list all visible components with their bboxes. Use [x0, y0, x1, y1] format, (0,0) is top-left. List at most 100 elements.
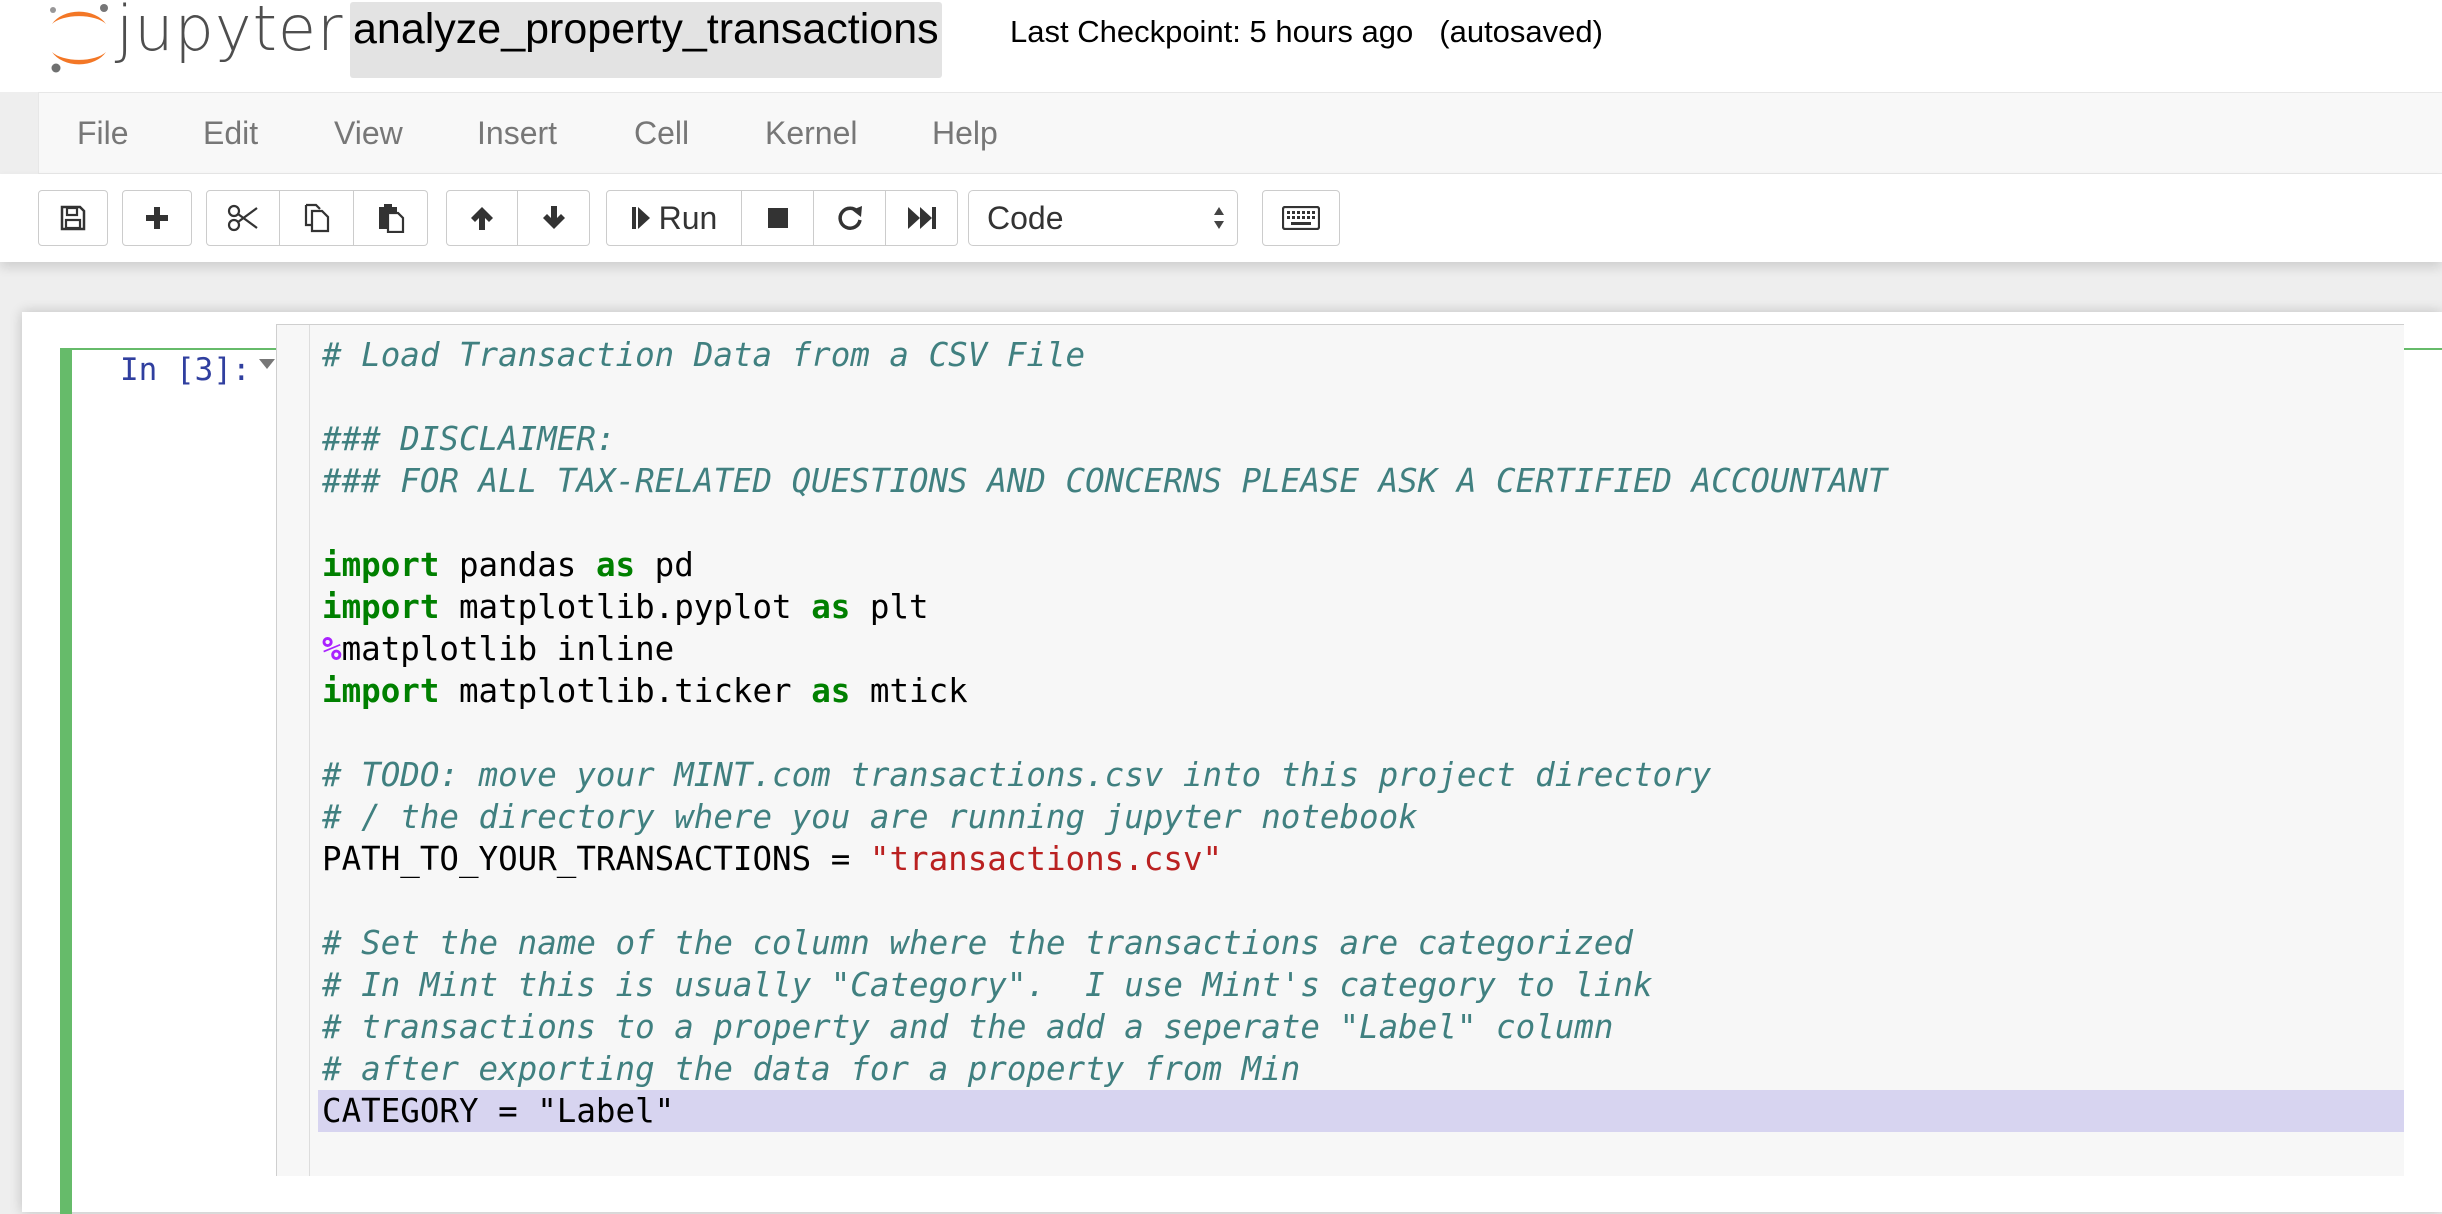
stop-icon — [767, 208, 788, 228]
plus-icon — [146, 207, 168, 229]
code-line: import matplotlib.ticker as mtick — [322, 670, 2404, 712]
code-token-comment: # TODO: move your MINT.com transactions.… — [322, 756, 1712, 794]
code-line: # / the directory where you are running … — [322, 796, 2404, 838]
code-token-keyword: import — [322, 546, 440, 584]
cell-selection-bar — [60, 348, 72, 1214]
header-bar: jupyter analyze_property_transactions La… — [0, 0, 2442, 92]
code-line: ### DISCLAIMER: — [322, 418, 2404, 460]
code-token-comment: # transactions to a property and the add… — [322, 1008, 1614, 1046]
copy-button[interactable] — [280, 190, 354, 246]
code-token-plain: pd — [635, 546, 694, 584]
run-group: Run — [606, 190, 958, 248]
input-prompt: In [3]: — [120, 352, 251, 388]
code-line: # Load Transaction Data from a CSV File — [322, 334, 2404, 376]
menu-kernel[interactable]: Kernel — [765, 115, 858, 152]
code-token-plain: matplotlib.ticker — [439, 672, 812, 710]
arrow-down-icon — [542, 206, 565, 229]
code-token-comment: # In Mint this is usually "Category". I … — [322, 966, 1653, 1004]
run-label: Run — [658, 199, 718, 236]
code-token-plain: pandas — [439, 546, 596, 584]
code-token-comment: # Set the name of the column where the t… — [322, 924, 1633, 962]
menu-view[interactable]: View — [334, 115, 403, 152]
code-token-comment: # after exporting the data for a propert… — [322, 1050, 1301, 1088]
code-line: ### FOR ALL TAX-RELATED QUESTIONS AND CO… — [322, 460, 2404, 502]
code-token-string: "Label" — [537, 1092, 675, 1130]
code-token-keyword: as — [595, 546, 636, 584]
move-group — [446, 190, 590, 248]
keyboard-icon — [1282, 206, 1320, 230]
collapse-triangle-icon[interactable] — [258, 358, 276, 370]
code-token-keyword: as — [811, 588, 851, 626]
toolbar: Run Code — [0, 174, 2442, 262]
code-token-keyword: import — [322, 672, 440, 710]
menu-file[interactable]: File — [77, 115, 129, 152]
code-token-comment: ### FOR ALL TAX-RELATED QUESTIONS AND CO… — [322, 462, 1888, 500]
paste-button[interactable] — [354, 190, 428, 246]
code-line: # TODO: move your MINT.com transactions.… — [322, 754, 2404, 796]
restart-run-all-button[interactable] — [886, 190, 958, 246]
code-token-comment: ### DISCLAIMER: — [322, 420, 616, 458]
insert-group — [122, 190, 192, 248]
code-token-plain: plt — [850, 588, 929, 626]
interrupt-kernel-button[interactable] — [742, 190, 814, 246]
code-line: %matplotlib inline — [322, 628, 2404, 670]
logo-text: jupyter — [116, 0, 344, 65]
menu-insert[interactable]: Insert — [477, 115, 557, 152]
code-token-string: "transactions.csv" — [869, 840, 1223, 878]
code-line: # In Mint this is usually "Category". I … — [322, 964, 2404, 1006]
code-text: # Load Transaction Data from a CSV File … — [318, 334, 2404, 1132]
insert-cell-button[interactable] — [122, 190, 192, 246]
code-editor[interactable]: # Load Transaction Data from a CSV File … — [276, 324, 2404, 1176]
code-line: # after exporting the data for a propert… — [322, 1048, 2404, 1090]
code-gutter — [277, 325, 310, 1176]
code-token-comment: # Load Transaction Data from a CSV File — [322, 336, 1086, 374]
command-palette-button[interactable] — [1262, 190, 1340, 246]
clipboard-group — [206, 190, 428, 248]
menu-help[interactable]: Help — [932, 115, 998, 152]
menu-cell[interactable]: Cell — [634, 115, 689, 152]
menu-bar: File Edit View Insert Cell Kernel Help — [38, 92, 2442, 174]
autosave-status: (autosaved) — [1439, 14, 1603, 49]
restart-kernel-button[interactable] — [814, 190, 886, 246]
code-line: import matplotlib.pyplot as plt — [322, 586, 2404, 628]
move-down-button[interactable] — [518, 190, 590, 246]
paste-icon — [378, 204, 404, 233]
select-arrows-icon — [1214, 207, 1224, 229]
step-forward-icon — [631, 207, 650, 229]
cell-type-select[interactable]: Code — [968, 190, 1238, 246]
command-palette-group — [1262, 190, 1340, 248]
menu-edit[interactable]: Edit — [203, 115, 258, 152]
code-token-plain: matplotlib inline — [341, 630, 675, 668]
restart-icon — [837, 206, 862, 230]
cell-type-value: Code — [987, 200, 1064, 236]
code-token-keyword: import — [322, 588, 440, 626]
scissors-icon — [227, 204, 258, 232]
save-group — [38, 190, 108, 248]
code-token-plain: matplotlib.pyplot — [439, 588, 812, 626]
save-button[interactable] — [38, 190, 108, 246]
code-token-keyword: as — [811, 672, 851, 710]
code-line: # transactions to a property and the add… — [322, 1006, 2404, 1048]
code-line: CATEGORY = "Label" — [318, 1090, 2404, 1132]
code-token-magic: % — [322, 630, 342, 668]
code-token-plain: CATEGORY = — [322, 1092, 538, 1130]
code-line: import pandas as pd — [322, 544, 2404, 586]
fast-forward-icon — [907, 207, 936, 229]
save-icon — [60, 205, 86, 231]
code-line: # Set the name of the column where the t… — [322, 922, 2404, 964]
run-button[interactable]: Run — [606, 190, 742, 246]
checkpoint-text: Last Checkpoint: 5 hours ago — [1010, 14, 1414, 49]
code-line: PATH_TO_YOUR_TRANSACTIONS = "transaction… — [322, 838, 2404, 880]
jupyter-logo[interactable]: jupyter — [44, 0, 343, 73]
code-token-plain: PATH_TO_YOUR_TRANSACTIONS = — [322, 840, 870, 878]
arrow-up-icon — [471, 207, 493, 230]
jupyter-logo-icon — [50, 4, 108, 73]
cut-button[interactable] — [206, 190, 280, 246]
notebook-title[interactable]: analyze_property_transactions — [350, 2, 942, 78]
checkpoint-status: Last Checkpoint: 5 hours ago (autosaved) — [1010, 14, 1603, 50]
move-up-button[interactable] — [446, 190, 518, 246]
